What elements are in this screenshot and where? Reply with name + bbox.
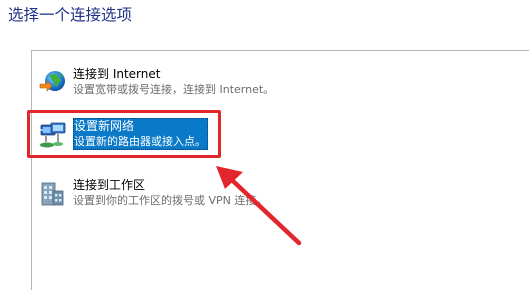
annotation-arrow-icon — [216, 166, 302, 246]
